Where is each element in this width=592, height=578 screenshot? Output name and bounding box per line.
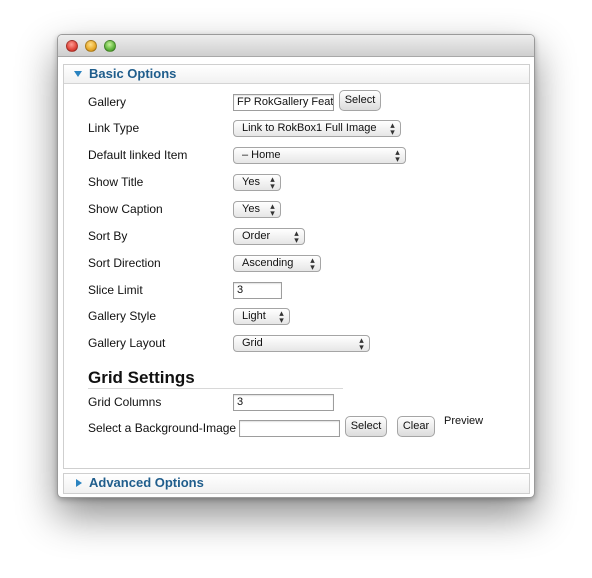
collapse-arrow-icon[interactable] xyxy=(74,71,82,77)
advanced-options-header[interactable]: Advanced Options xyxy=(64,474,529,493)
slice-limit-input[interactable]: 3 xyxy=(233,282,282,299)
background-image-clear-button[interactable]: Clear xyxy=(397,416,435,437)
sort-direction-label: Sort Direction xyxy=(88,256,161,270)
basic-options-panel: Basic Options Gallery FP RokGallery Feat… xyxy=(63,64,530,469)
chevron-updown-icon: ▴ ▾ xyxy=(270,174,275,191)
preview-label: Preview xyxy=(444,415,484,427)
sort-by-value: Order xyxy=(242,230,271,242)
chevron-updown-icon: ▴ ▾ xyxy=(294,228,299,245)
expand-arrow-icon[interactable] xyxy=(76,479,82,487)
link-type-select[interactable]: Link to RokBox1 Full Image ▴ ▾ xyxy=(233,120,401,137)
chevron-updown-icon: ▴ ▾ xyxy=(279,308,284,325)
slice-limit-label: Slice Limit xyxy=(88,283,143,297)
chevron-updown-icon: ▴ ▾ xyxy=(390,120,395,137)
show-title-value: Yes xyxy=(242,176,260,188)
chevron-updown-icon: ▴ ▾ xyxy=(359,335,364,352)
gallery-layout-select[interactable]: Grid ▴ ▾ xyxy=(233,335,370,352)
grid-settings-title: Grid Settings xyxy=(88,368,195,387)
link-type-label: Link Type xyxy=(88,121,140,135)
link-type-value: Link to RokBox1 Full Image xyxy=(242,122,377,134)
background-image-input[interactable] xyxy=(239,420,340,437)
gallery-style-select[interactable]: Light ▴ ▾ xyxy=(233,308,290,325)
sort-by-label: Sort By xyxy=(88,229,128,243)
gallery-field[interactable]: FP RokGallery Featu xyxy=(233,94,334,111)
chevron-updown-icon: ▴ ▾ xyxy=(270,201,275,218)
gallery-select-button[interactable]: Select xyxy=(339,90,381,111)
show-title-select[interactable]: Yes ▴ ▾ xyxy=(233,174,281,191)
show-caption-select[interactable]: Yes ▴ ▾ xyxy=(233,201,281,218)
zoom-icon[interactable] xyxy=(104,40,116,52)
sort-by-select[interactable]: Order ▴ ▾ xyxy=(233,228,305,245)
close-icon[interactable] xyxy=(66,40,78,52)
background-image-select-button[interactable]: Select xyxy=(345,416,387,437)
grid-columns-label: Grid Columns xyxy=(88,395,162,409)
sort-direction-value: Ascending xyxy=(242,257,294,269)
options-window: Basic Options Gallery FP RokGallery Feat… xyxy=(57,34,535,498)
minimize-icon[interactable] xyxy=(85,40,97,52)
chevron-updown-icon: ▴ ▾ xyxy=(395,147,400,164)
basic-options-header[interactable]: Basic Options xyxy=(64,65,529,84)
sort-direction-select[interactable]: Ascending ▴ ▾ xyxy=(233,255,321,272)
chevron-updown-icon: ▴ ▾ xyxy=(310,255,315,272)
show-title-label: Show Title xyxy=(88,175,144,189)
gallery-layout-label: Gallery Layout xyxy=(88,336,166,350)
gallery-layout-value: Grid xyxy=(242,337,263,349)
gallery-style-value: Light xyxy=(242,310,266,322)
basic-options-title: Basic Options xyxy=(89,66,177,81)
default-linked-item-value: – Home xyxy=(242,149,281,161)
show-caption-value: Yes xyxy=(242,203,260,215)
default-linked-item-select[interactable]: – Home ▴ ▾ xyxy=(233,147,406,164)
gallery-label: Gallery xyxy=(88,95,127,109)
gallery-style-label: Gallery Style xyxy=(88,309,157,323)
grid-settings-divider xyxy=(88,388,343,389)
default-linked-item-label: Default linked Item xyxy=(88,148,188,162)
grid-columns-input[interactable]: 3 xyxy=(233,394,334,411)
title-bar xyxy=(58,35,534,57)
advanced-options-panel: Advanced Options xyxy=(63,473,530,494)
show-caption-label: Show Caption xyxy=(88,202,163,216)
advanced-options-title: Advanced Options xyxy=(89,475,204,490)
background-image-label: Select a Background-Image xyxy=(88,421,237,435)
